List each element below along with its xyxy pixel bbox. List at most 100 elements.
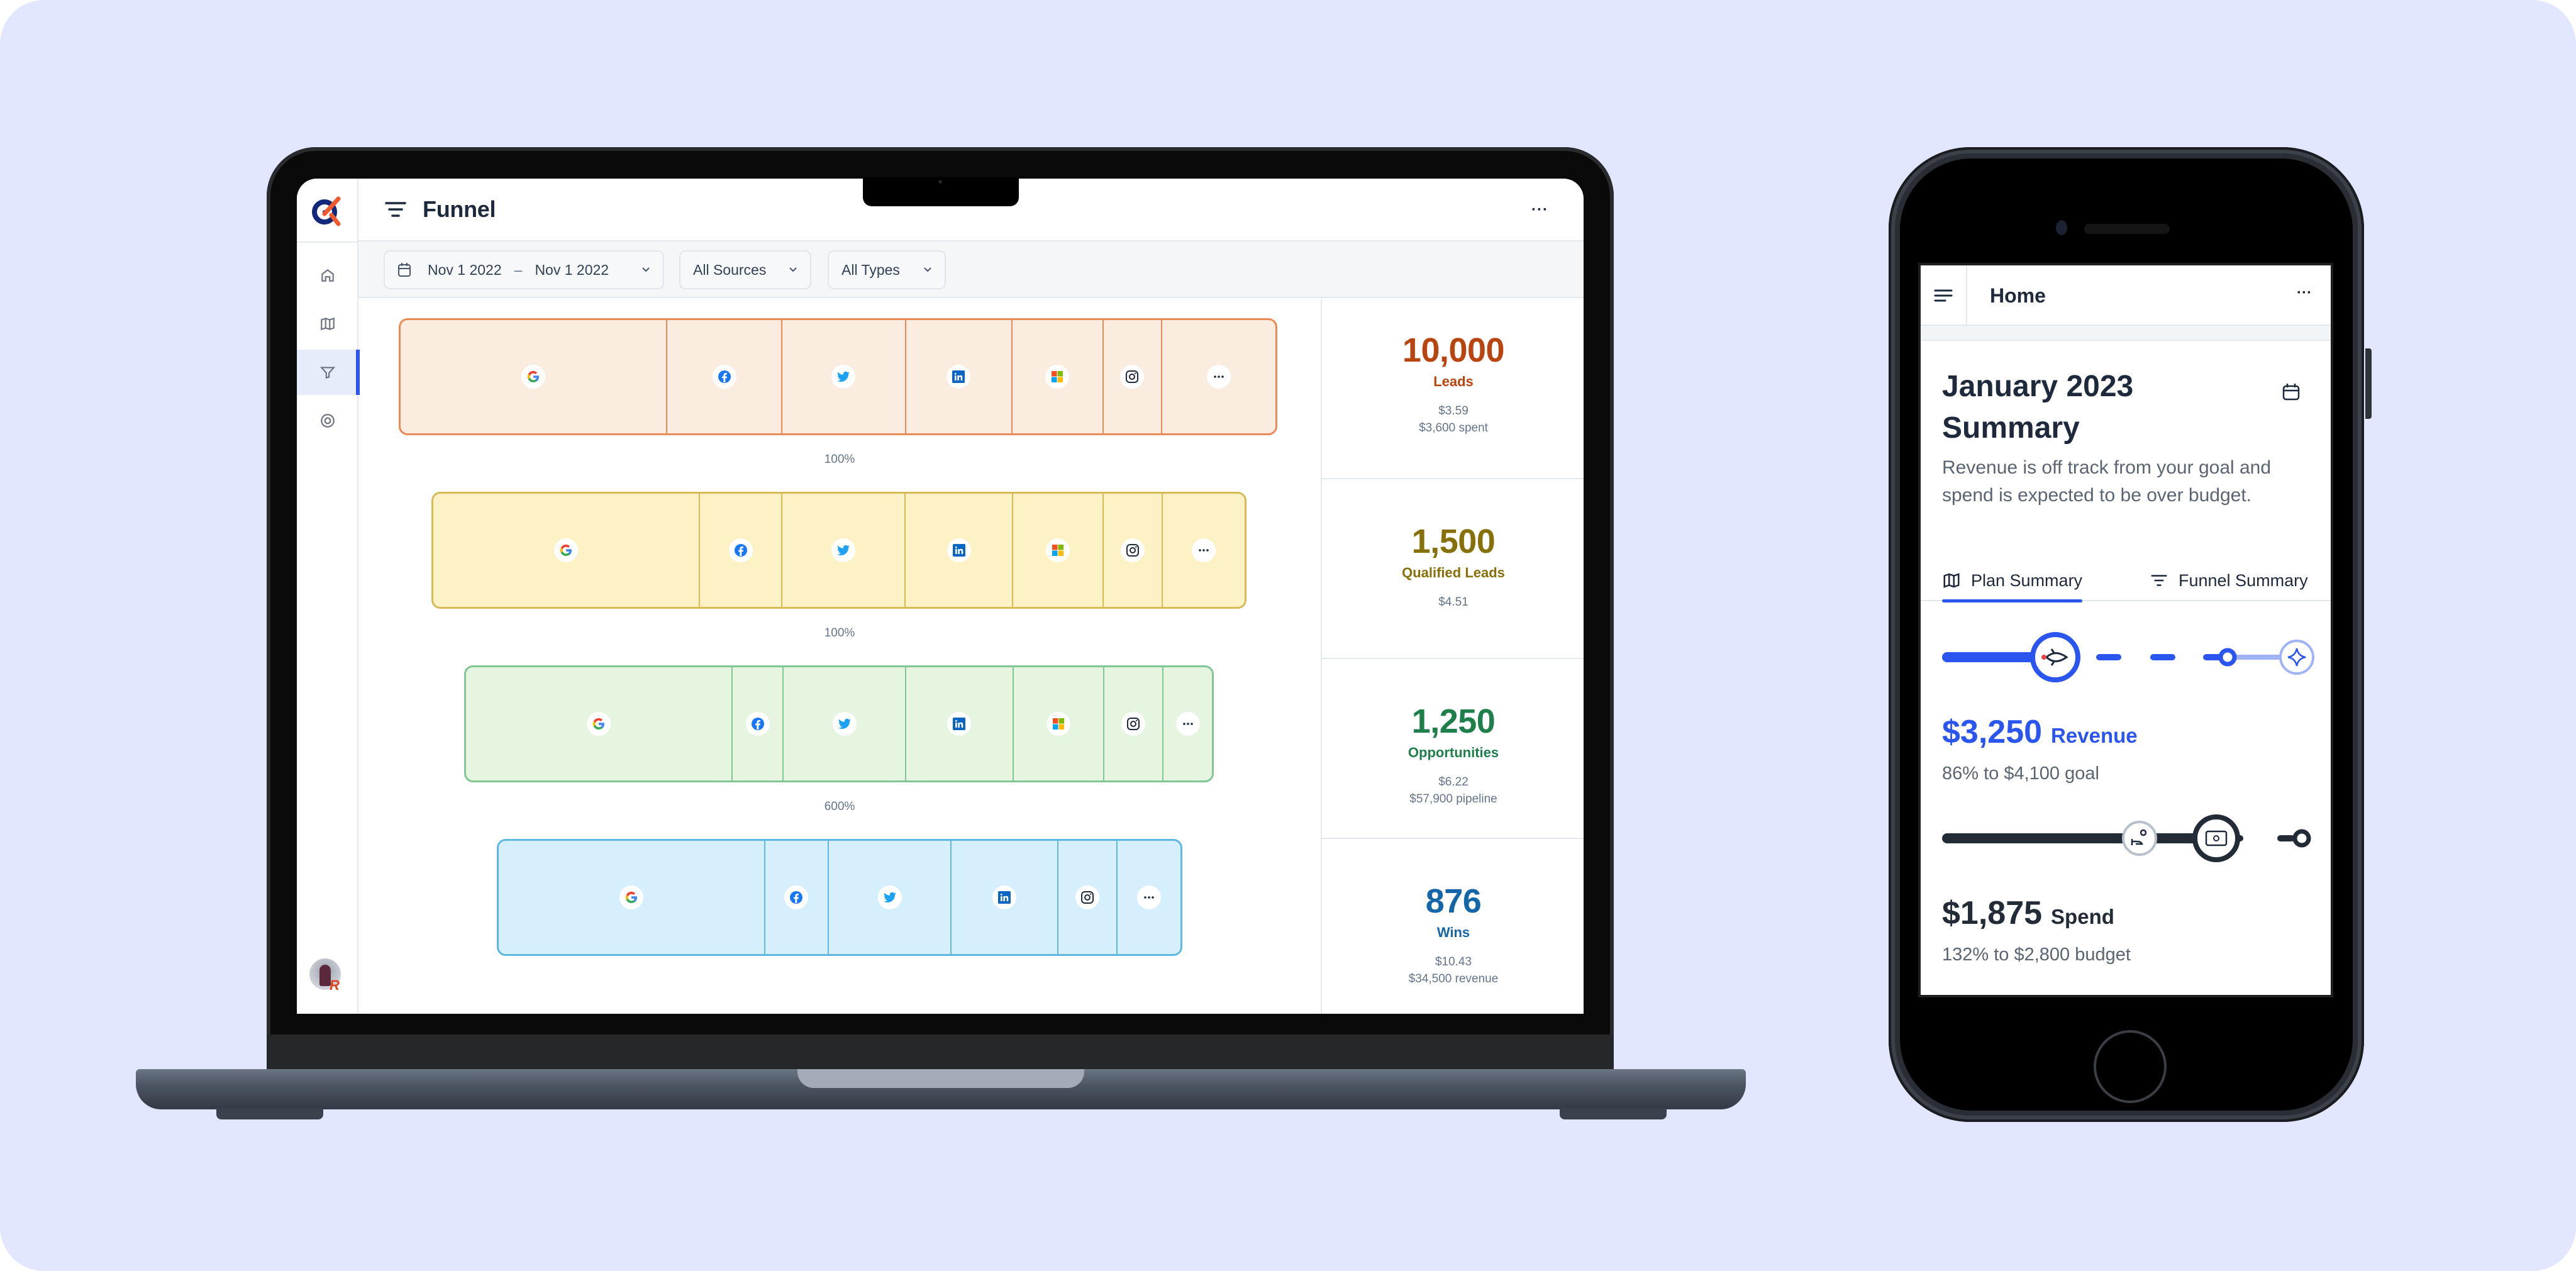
header-band [1921,326,2331,341]
hand-coins-icon [2122,821,2157,856]
twitter-icon [831,538,856,562]
mobile-more-button[interactable]: ··· [2297,284,2312,302]
sidebar-item-channels[interactable] [297,398,358,443]
filter-lines-icon [2151,575,2167,586]
funnel-segment-microsoft[interactable] [1013,320,1104,433]
funnel-stage-row[interactable] [464,665,1214,782]
google-icon [521,365,546,389]
date-end: Nov 1 2022 [535,261,609,278]
sidebar: R [297,179,360,1014]
tab-funnel-summary[interactable]: Funnel Summary [2150,561,2308,600]
chevron-down-icon [642,267,650,272]
more-icon [1191,538,1216,562]
funnel-segment-more[interactable] [1163,494,1245,607]
facebook-icon [784,885,809,909]
calendar-icon[interactable] [2282,382,2301,401]
funnel-segment-google[interactable] [401,320,668,433]
funnel-segment-microsoft[interactable] [1013,494,1104,607]
more-options-button[interactable]: ··· [1531,201,1548,219]
stage-metric-card[interactable]: 876 Wins $10.43 $34,500 revenue [1322,839,1584,1014]
spend-metric: $1,875 Spend [1942,894,2114,932]
revenue-goal-icon [2279,640,2314,675]
funnel-segment-facebook[interactable] [733,667,784,780]
sidebar-item-plan[interactable] [297,301,358,347]
target-icon [321,414,335,428]
funnel-segment-linkedin[interactable] [906,320,1013,433]
stage-metric-card[interactable]: 1,250 Opportunities $6.22 $57,900 pipeline [1322,659,1584,839]
date-start: Nov 1 2022 [428,261,502,278]
funnel-stage-row[interactable] [431,492,1246,609]
funnel-segment-more[interactable] [1118,841,1180,954]
sidebar-divider [297,241,358,243]
stage-metric-card[interactable]: 1,500 Qualified Leads $4.51 [1322,479,1584,659]
revenue-label: Revenue [2051,724,2138,747]
stage-count: 1,250 [1411,702,1496,740]
avatar-badge-icon: R [330,977,340,993]
user-avatar[interactable]: R [309,958,341,993]
hamburger-menu-button[interactable] [1921,265,1967,326]
tab-label: Funnel Summary [2179,570,2308,590]
funnel-stage-row[interactable] [497,839,1182,956]
funnel-segment-more[interactable] [1163,667,1212,780]
funnel-segment-google[interactable] [499,841,765,954]
stage-count: 876 [1425,882,1482,920]
spend-amount: $1,875 [1942,895,2043,931]
laptop-foot [216,1108,323,1119]
funnel-segment-linkedin[interactable] [906,494,1013,607]
revenue-metric: $3,250 Revenue [1942,713,2138,751]
funnel-segment-facebook[interactable] [700,494,783,607]
map-icon [321,317,335,331]
funnel-segment-facebook[interactable] [765,841,830,954]
google-icon [586,712,611,736]
tab-label: Plan Summary [1971,570,2083,590]
google-icon [619,885,643,909]
money-bill-icon [2192,814,2240,862]
funnel-stage-row[interactable] [399,318,1277,435]
funnel-segment-instagram[interactable] [1104,667,1164,780]
phone-side-button [2365,348,2372,419]
stage-metric-card[interactable]: 10,000 Leads $3.59 $3,600 spent [1322,299,1584,479]
microsoft-icon [1045,365,1070,389]
sources-dropdown[interactable]: All Sources [679,250,811,289]
stage-cost: $3.59 [1438,404,1468,418]
facebook-icon [728,538,753,562]
menu-icon [1934,289,1953,302]
funnel-segment-google[interactable] [466,667,733,780]
spend-label: Spend [2051,905,2114,928]
tab-plan-summary[interactable]: Plan Summary [1942,561,2083,602]
revenue-progress-track [1942,632,2314,682]
funnel-segment-twitter[interactable] [784,667,907,780]
linkedin-icon [947,538,971,562]
spend-detail: 132% to $2,800 budget [1942,945,2131,965]
types-dropdown[interactable]: All Types [828,250,946,289]
funnel-segment-facebook[interactable] [667,320,783,433]
funnel-segment-twitter[interactable] [782,320,906,433]
funnel-segment-instagram[interactable] [1104,494,1163,607]
funnel-segment-instagram[interactable] [1058,841,1118,954]
funnel-segment-linkedin[interactable] [952,841,1059,954]
sidebar-item-funnel[interactable] [297,350,360,395]
funnel-segment-twitter[interactable] [782,494,906,607]
funnel-segment-more[interactable] [1162,320,1275,433]
menu-filter-icon[interactable] [385,201,406,218]
stage-cost: $10.43 [1435,955,1472,969]
linkedin-icon [947,712,972,736]
funnel-segment-microsoft[interactable] [1014,667,1104,780]
stage-cost: $4.51 [1438,596,1468,609]
sidebar-item-home[interactable] [297,253,358,298]
funnel-segment-twitter[interactable] [829,841,952,954]
funnel-segment-instagram[interactable] [1104,320,1162,433]
funnel-segment-google[interactable] [433,494,701,607]
revenue-detail: 86% to $4,100 goal [1942,763,2099,784]
stage-name: Opportunities [1407,745,1499,760]
home-icon [321,269,334,282]
app-logo-icon[interactable] [311,195,343,228]
mobile-page-title: Home [1990,284,2046,307]
summary-tabs: Plan Summary Funnel Summary [1921,561,2331,602]
funnel-segment-linkedin[interactable] [906,667,1014,780]
instagram-icon [1121,712,1146,736]
date-range-picker[interactable]: Nov 1 2022 – Nov 1 2022 [384,250,664,289]
page-title: Funnel [423,196,496,222]
home-button[interactable] [2094,1030,2167,1103]
map-icon [1943,573,1960,588]
